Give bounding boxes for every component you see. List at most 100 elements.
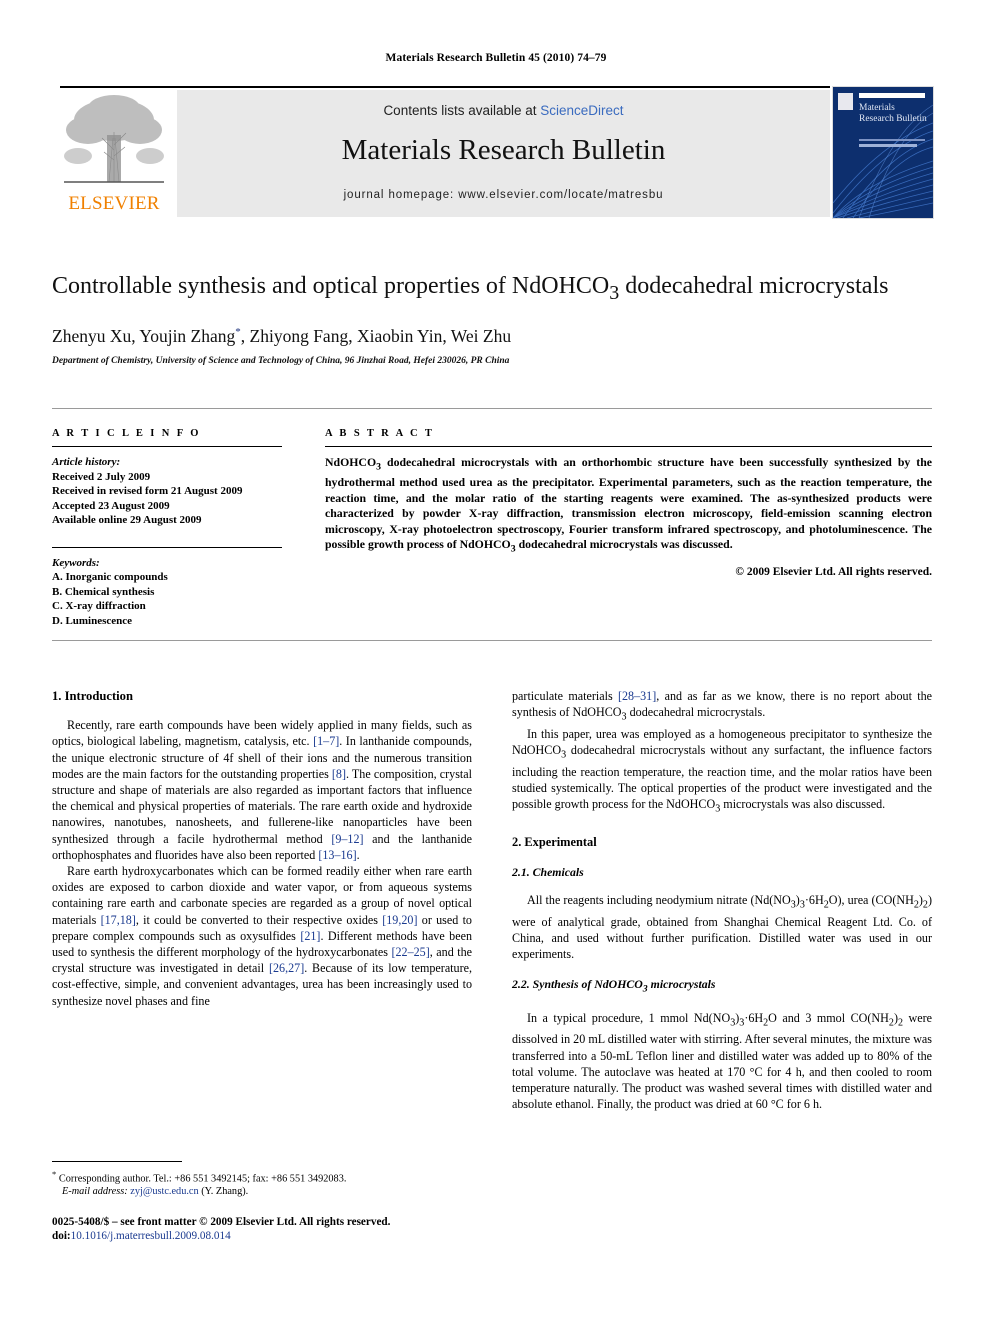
abstract-copyright: © 2009 Elsevier Ltd. All rights reserved… — [735, 566, 932, 579]
citation-ref[interactable]: [19,20] — [382, 913, 417, 927]
keywords-label: Keywords: — [52, 556, 100, 569]
keyword-item: C. X-ray diffraction — [52, 600, 146, 612]
sciencedirect-link[interactable]: ScienceDirect — [540, 103, 623, 118]
history-item: Received 2 July 2009 — [52, 470, 151, 483]
imprint-block: 0025-5408/$ – see front matter © 2009 El… — [52, 1215, 512, 1243]
article-title-part-2: dodecahedral microcrystals — [619, 273, 889, 299]
email-label: E-mail address: — [62, 1186, 128, 1198]
keyword-item: A. Inorganic compounds — [52, 571, 168, 583]
body-column-left: 1. Introduction Recently, rare earth com… — [52, 688, 472, 1009]
doi-line: doi:10.1016/j.materresbull.2009.08.014 — [52, 1229, 512, 1243]
right-paragraph-1: particulate materials [28–31], and as fa… — [512, 688, 932, 726]
corresponding-author-note: * Corresponding author. Tel.: +86 551 34… — [52, 1168, 472, 1185]
cover-top-bar — [859, 93, 925, 98]
article-title-part-1: Controllable synthesis and optical prope… — [52, 273, 610, 299]
article-history: Article history: Received 2 July 2009 Re… — [52, 455, 282, 528]
section-heading-introduction: 1. Introduction — [52, 689, 133, 703]
subsection-heading-chemicals: 2.1. Chemicals — [512, 864, 584, 879]
doi-link[interactable]: 10.1016/j.materresbull.2009.08.014 — [71, 1230, 231, 1242]
cover-journal-title: Materials Research Bulletin — [859, 103, 927, 124]
intro-paragraph-2: Rare earth hydroxycarbonates which can b… — [52, 863, 472, 1009]
synth-heading-b: microcrystals — [647, 977, 716, 992]
doi-label: doi: — [52, 1230, 71, 1242]
running-head: Materials Research Bulletin 45 (2010) 74… — [385, 52, 607, 64]
masthead-top-rule — [60, 86, 830, 88]
article-info-heading: A R T I C L E I N F O — [52, 428, 201, 439]
title-block: Controllable synthesis and optical prope… — [52, 271, 932, 366]
history-item: Received in revised form 21 August 2009 — [52, 485, 243, 497]
cover-publisher-badge — [838, 93, 853, 110]
intro-p1-e: . — [356, 847, 360, 862]
journal-masthead: ELSEVIER Contents lists available at Sci… — [60, 86, 934, 219]
article-title-subscript: 3 — [609, 281, 620, 304]
abstract-part-1: NdOHCO — [325, 455, 377, 469]
contents-prefix: Contents lists available at — [383, 103, 541, 118]
author-affiliation: Department of Chemistry, University of S… — [52, 355, 510, 366]
journal-cover-thumbnail: Materials Research Bulletin — [832, 86, 934, 219]
citation-ref[interactable]: [22–25] — [391, 945, 429, 959]
citation-ref[interactable]: [26,27] — [269, 961, 304, 975]
subsection-heading-synthesis: 2.2. Synthesis of NdOHCO3 microcrystals — [512, 976, 932, 998]
article-info-column: A R T I C L E I N F O Article history: R… — [52, 428, 282, 628]
email-note: E-mail address: zyj@ustc.edu.cn (Y. Zhan… — [52, 1185, 472, 1198]
citation-ref[interactable]: [21] — [300, 929, 320, 943]
journal-article-page: Materials Research Bulletin 45 (2010) 74… — [0, 0, 992, 1323]
article-title: Controllable synthesis and optical prope… — [52, 271, 932, 308]
article-history-label: Article history: — [52, 456, 121, 468]
chemicals-paragraph: All the reagents including neodymium nit… — [512, 892, 932, 962]
intro-p2-b: , it could be converted to their respect… — [135, 912, 383, 927]
keywords-rule — [52, 546, 282, 548]
elsevier-wordmark: ELSEVIER — [68, 193, 160, 214]
contents-list-line: Contents lists available at ScienceDirec… — [177, 103, 830, 118]
history-item: Available online 29 August 2009 — [52, 514, 202, 526]
synth-d: O and 3 mmol CO(NH — [768, 1010, 889, 1025]
email-link[interactable]: zyj@ustc.edu.cn — [130, 1186, 198, 1197]
citation-ref[interactable]: [8] — [332, 767, 346, 781]
citation-ref[interactable]: [13–16] — [318, 848, 356, 862]
history-item: Accepted 23 August 2009 — [52, 499, 170, 512]
abstract-rule — [325, 446, 932, 447]
footnote-star-marker: * — [52, 1169, 57, 1179]
synth-c: ·6H — [744, 1010, 764, 1025]
elsevier-tree-icon — [62, 90, 166, 186]
synthesis-paragraph: In a typical procedure, 1 mmol Nd(NO3)3·… — [512, 1010, 932, 1113]
info-block-bottom-rule — [52, 640, 932, 641]
abstract-text: NdOHCO3 dodecahedral microcrystals with … — [325, 455, 932, 557]
body-column-right: particulate materials [28–31], and as fa… — [512, 688, 932, 1112]
footnote-block: * Corresponding author. Tel.: +86 551 34… — [52, 1168, 472, 1198]
journal-title: Materials Research Bulletin — [341, 134, 666, 166]
corresponding-author-text: Corresponding author. Tel.: +86 551 3492… — [58, 1173, 347, 1185]
footnote-rule — [52, 1161, 182, 1162]
email-suffix: (Y. Zhang). — [201, 1186, 249, 1198]
right-p1-a: particulate materials — [512, 689, 618, 703]
elsevier-logo: ELSEVIER — [60, 90, 168, 217]
chem-a: All the reagents including neodymium nit… — [527, 893, 791, 908]
citation-ref[interactable]: [1–7] — [313, 734, 339, 748]
cover-subtitle-rule — [859, 139, 925, 141]
section-heading-experimental: 2. Experimental — [512, 834, 597, 849]
citation-ref[interactable]: [9–12] — [331, 832, 363, 846]
journal-homepage-link[interactable]: journal homepage: www.elsevier.com/locat… — [177, 189, 830, 201]
chem-d: O), urea (CO(NH — [828, 893, 914, 908]
sciencedirect-band: Contents lists available at ScienceDirec… — [177, 90, 830, 217]
chem-c: ·6H — [804, 893, 824, 908]
abstract-part-3: dodecahedral microcrystals was discussed… — [515, 537, 733, 552]
citation-ref[interactable]: [28–31] — [618, 689, 656, 703]
abstract-column: A B S T R A C T NdOHCO3 dodecahedral mic… — [325, 428, 932, 578]
article-info-rule — [52, 446, 282, 447]
right-p1-c: dodecahedral microcrystals. — [626, 705, 766, 720]
authors-part-1: Zhenyu Xu, Youjin Zhang — [52, 325, 236, 346]
intro-paragraph-1: Recently, rare earth compounds have been… — [52, 717, 472, 863]
keyword-item: D. Luminescence — [52, 614, 133, 627]
keywords-block: Keywords: A. Inorganic compounds B. Chem… — [52, 556, 282, 629]
citation-ref[interactable]: [17,18] — [101, 913, 136, 927]
synth-a: In a typical procedure, 1 mmol Nd(NO — [527, 1010, 731, 1025]
info-block-top-rule — [52, 408, 932, 409]
synth-heading-a: 2.2. Synthesis of NdOHCO — [512, 977, 643, 992]
right-paragraph-2: In this paper, urea was employed as a ho… — [512, 726, 932, 818]
synth-f: were dissolved in 20 mL distilled water … — [512, 1010, 932, 1112]
cover-subtitle-rule-2 — [859, 144, 917, 147]
abstract-heading: A B S T R A C T — [325, 428, 435, 439]
right-p2-c: microcrystals was also discussed. — [720, 797, 886, 812]
authors-part-2: , Zhiyong Fang, Xiaobin Yin, Wei Zhu — [240, 325, 512, 346]
